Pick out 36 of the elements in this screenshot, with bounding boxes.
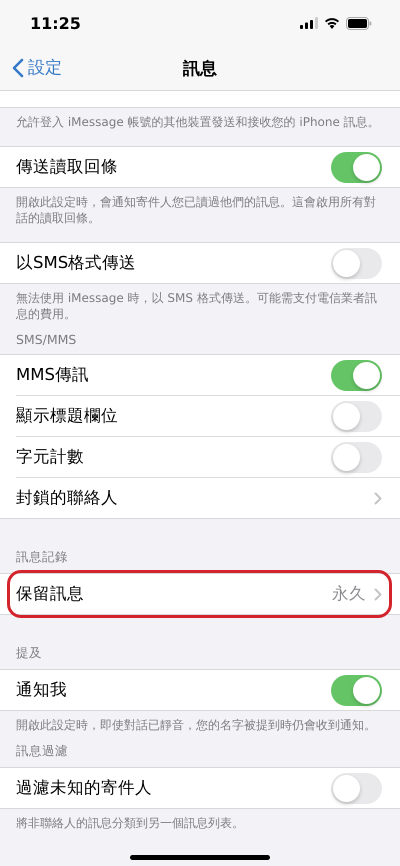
toggle-switch[interactable] [331,772,382,804]
back-chevron-icon [12,58,24,78]
status-time: 11:25 [30,14,81,32]
battery-icon [346,16,372,30]
section-header: 訊息記錄 [15,549,69,566]
section-header: 提及 [15,645,43,662]
setting-label: 過濾未知的寄件人 [16,777,153,799]
setting-label: 顯示標題欄位 [16,405,119,427]
setting-label: MMS傳訊 [16,364,90,386]
section-footer: 開啟此設定時，即使對話已靜音，您的名字被提到時仍會收到通知。 [0,711,400,733]
section-header: SMS/MMS [15,332,78,349]
toggle-switch[interactable] [331,360,382,390]
toggle-switch[interactable] [331,674,382,706]
settings-link-row[interactable]: 封鎖的聯絡人 [16,478,400,518]
setting-label: 通知我 [16,679,68,701]
section-header: 訊息過濾 [15,743,69,760]
signal-icon [300,17,318,29]
setting-label: 以SMS格式傳送 [16,252,138,274]
setting-label: 保留訊息 [16,583,85,605]
section-footer: 無法使用 iMessage 時，以 SMS 格式傳送。可能需支付電信業者訊息的費用。 [0,284,400,322]
toggle-switch[interactable] [331,248,382,278]
section-footer: 將非聯絡人的訊息分類到另一個訊息列表。 [0,809,400,831]
section-footer: 允許登入 iMessage 帳號的其他裝置發送和接收您的 iPhone 訊息。 [0,108,400,130]
toggle-switch[interactable] [331,442,382,472]
setting-label: 傳送讀取回條 [16,156,119,178]
toggle-switch[interactable] [331,400,382,432]
chevron-icon [374,588,382,600]
toggle-switch[interactable] [331,152,382,182]
back-button[interactable]: 設定 [8,54,66,81]
nav-title: 訊息 [183,58,217,80]
section-footer: 開啟此設定時，會通知寄件人您已讀過他們的訊息。這會啟用所有對話的讀取回條。 [0,188,400,226]
setting-label: 封鎖的聯絡人 [16,487,119,509]
setting-value: 永久 [332,583,366,605]
chevron-icon [374,492,382,504]
wifi-icon [324,17,340,29]
setting-label: 字元計數 [16,446,85,468]
